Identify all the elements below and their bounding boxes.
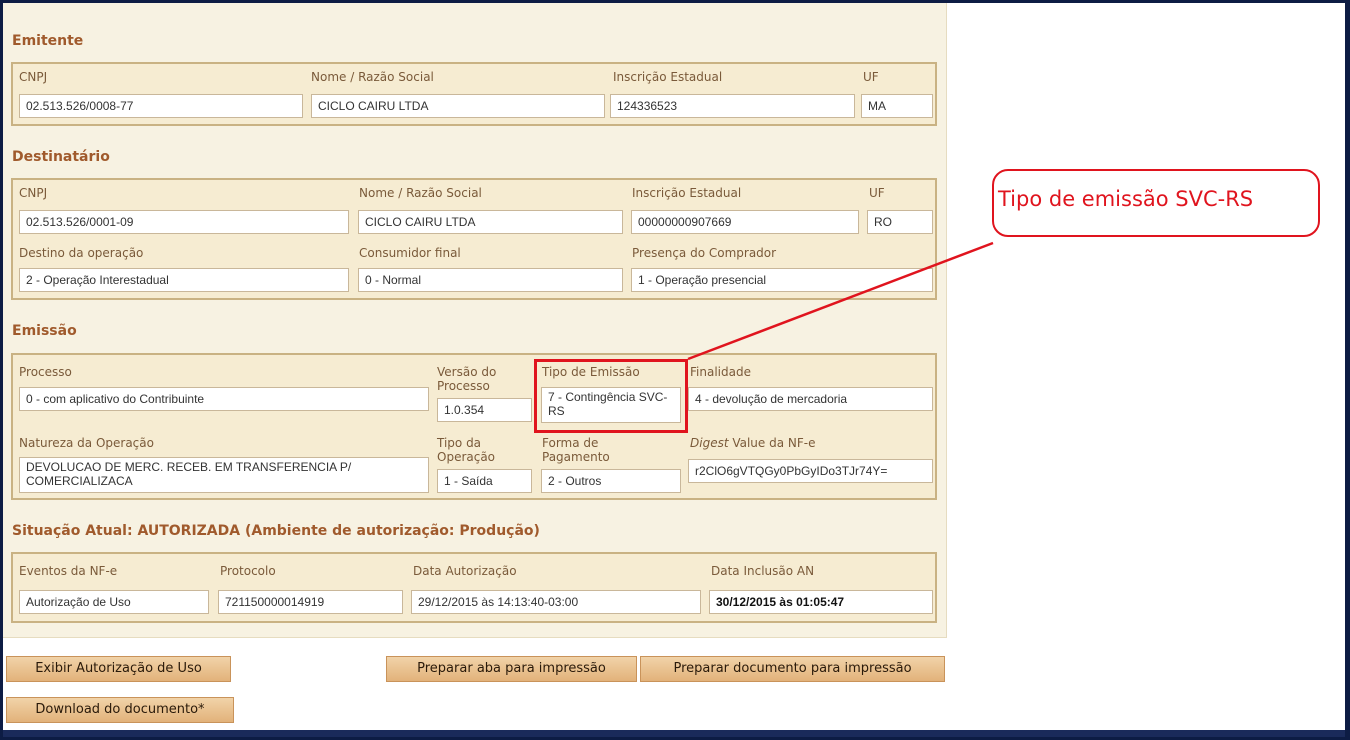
dest-uf-label: UF <box>869 186 885 200</box>
emitente-uf-label: UF <box>863 70 879 84</box>
destinatario-box: CNPJ Nome / Razão Social Inscrição Estad… <box>11 178 937 300</box>
digest-label-rest: Value da NF-e <box>728 436 816 450</box>
situacao-data-incl-label: Data Inclusão AN <box>711 564 815 578</box>
emissao-section-title: Emissão <box>12 323 77 339</box>
preparar-documento-button[interactable]: Preparar documento para impressão <box>640 656 945 682</box>
emissao-natureza-field: DEVOLUCAO DE MERC. RECEB. EM TRANSFERENC… <box>19 457 429 493</box>
emissao-tipo-operacao-label: Tipo da Operação <box>437 436 496 464</box>
situacao-eventos-label: Eventos da NF-e <box>19 564 118 578</box>
emitente-nome-label: Nome / Razão Social <box>311 70 434 84</box>
emitente-cnpj-field: 02.513.526/0008-77 <box>19 94 303 118</box>
dest-nome-label: Nome / Razão Social <box>359 186 482 200</box>
situacao-data-incl-field: 30/12/2015 às 01:05:47 <box>709 590 933 614</box>
situacao-eventos-field: Autorização de Uso <box>19 590 209 614</box>
situacao-data-aut-field: 29/12/2015 às 14:13:40-03:00 <box>411 590 701 614</box>
situacao-section-title: Situação Atual: AUTORIZADA (Ambiente de … <box>12 523 540 539</box>
emissao-forma-pagamento-field: 2 - Outros <box>541 469 681 493</box>
emissao-versao-field: 1.0.354 <box>437 398 532 422</box>
annotation-callout: Tipo de emissão SVC-RS <box>992 169 1320 237</box>
dest-uf-field: RO <box>867 210 933 234</box>
emissao-forma-pagamento-label: Forma de Pagamento <box>542 436 610 464</box>
dest-destino-field: 2 - Operação Interestadual <box>19 268 349 292</box>
emitente-ie-field: 124336523 <box>610 94 855 118</box>
dest-nome-field: CICLO CAIRU LTDA <box>358 210 623 234</box>
digest-label-italic: Digest <box>690 436 729 450</box>
emissao-processo-label: Processo <box>19 365 72 379</box>
dest-destino-label: Destino da operação <box>19 246 144 260</box>
situacao-box: Eventos da NF-e Protocolo Data Autorizaç… <box>11 552 937 623</box>
emitente-cnpj-label: CNPJ <box>19 70 48 84</box>
emissao-processo-field: 0 - com aplicativo do Contribuinte <box>19 387 429 411</box>
dest-presenca-field: 1 - Operação presencial <box>631 268 933 292</box>
situacao-protocolo-field: 721150000014919 <box>218 590 403 614</box>
dest-consumidor-label: Consumidor final <box>359 246 461 260</box>
dest-ie-field: 00000000907669 <box>631 210 859 234</box>
emitente-nome-field: CICLO CAIRU LTDA <box>311 94 605 118</box>
dest-consumidor-field: 0 - Normal <box>358 268 623 292</box>
emitente-ie-label: Inscrição Estadual <box>613 70 723 84</box>
emissao-finalidade-field: 4 - devolução de mercadoria <box>688 387 933 411</box>
emitente-uf-field: MA <box>861 94 933 118</box>
preparar-aba-button[interactable]: Preparar aba para impressão <box>386 656 637 682</box>
document-frame: Emitente CNPJ Nome / Razão Social Inscri… <box>3 3 1345 730</box>
dest-presenca-label: Presença do Comprador <box>632 246 777 260</box>
nfe-details-panel: Emitente CNPJ Nome / Razão Social Inscri… <box>3 3 947 638</box>
situacao-data-aut-label: Data Autorização <box>413 564 517 578</box>
tipo-emissao-highlight <box>534 359 688 433</box>
emissao-digest-field: r2ClO6gVTQGy0PbGyIDo3TJr74Y= <box>688 459 933 483</box>
dest-cnpj-label: CNPJ <box>19 186 48 200</box>
destinatario-section-title: Destinatário <box>12 149 110 165</box>
dest-ie-label: Inscrição Estadual <box>632 186 742 200</box>
bottom-bar <box>3 730 1345 737</box>
emitente-section-title: Emitente <box>12 33 84 49</box>
download-documento-button[interactable]: Download do documento* <box>6 697 234 723</box>
emissao-box: Processo Versão do Processo Tipo de Emis… <box>11 353 937 500</box>
dest-cnpj-field: 02.513.526/0001-09 <box>19 210 349 234</box>
emissao-versao-label: Versão do Processo <box>437 365 497 393</box>
emissao-natureza-label: Natureza da Operação <box>19 436 154 450</box>
emissao-finalidade-label: Finalidade <box>690 365 751 379</box>
emissao-tipo-operacao-field: 1 - Saída <box>437 469 532 493</box>
exibir-autorizacao-button[interactable]: Exibir Autorização de Uso <box>6 656 231 682</box>
situacao-protocolo-label: Protocolo <box>220 564 276 578</box>
emitente-box: CNPJ Nome / Razão Social Inscrição Estad… <box>11 62 937 126</box>
emissao-digest-label: Digest Value da NF-e <box>690 436 816 450</box>
